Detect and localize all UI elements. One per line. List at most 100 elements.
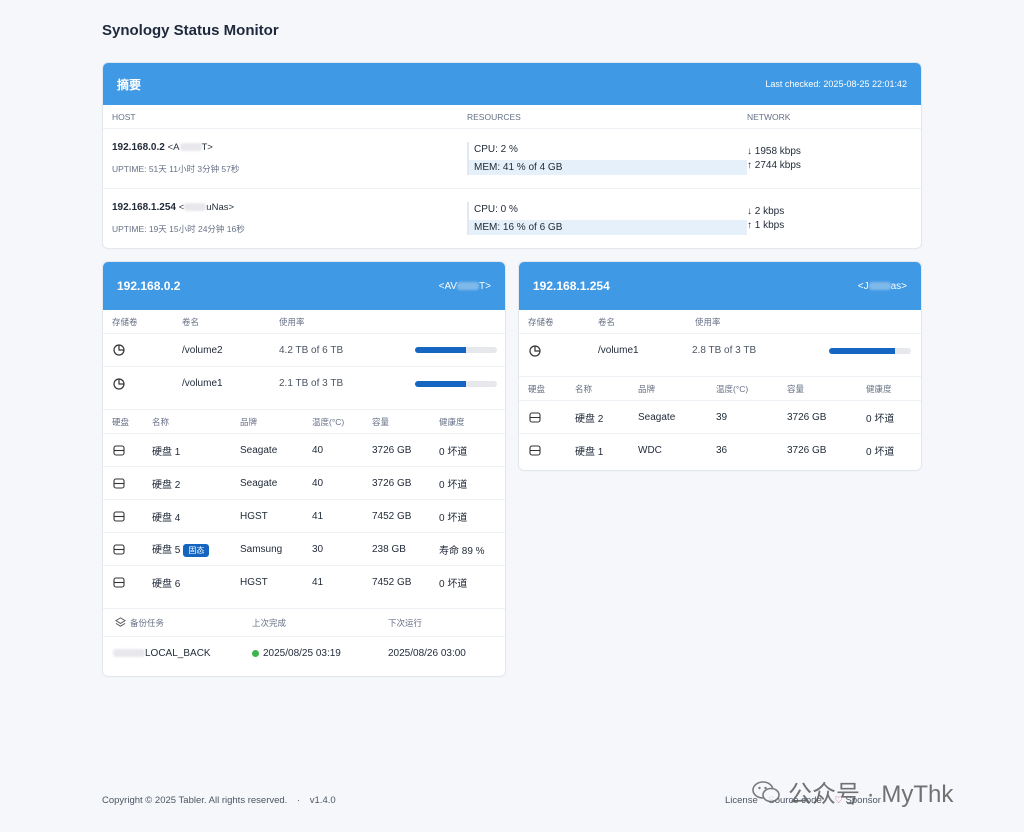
disk-row[interactable]: 硬盘 2 Seagate 39 3726 GB 0 坏道 [519, 401, 921, 434]
volume-headers: 存储卷 卷名 使用率 [519, 310, 921, 334]
column-network: NETWORK [747, 111, 791, 122]
nas-card-1: 192.168.0.2 <AV T> 存储卷 卷名 使用率 /volume2 4.… [103, 262, 505, 676]
col-temp: 温度(°C) [716, 383, 749, 394]
col-capacity: 容量 [787, 383, 805, 394]
disk-capacity: 238 GB [372, 543, 406, 555]
nas-alias: <J as> [857, 280, 907, 292]
nas-card-header: 192.168.1.254 <J as> [519, 262, 921, 310]
nas-card-2: 192.168.1.254 <J as> 存储卷 卷名 使用率 /volume1 … [519, 262, 921, 470]
disk-temp: 36 [716, 445, 728, 456]
disk-brand: Seagate [240, 444, 278, 456]
disk-name: 硬盘 2 [152, 479, 181, 491]
mem-usage: MEM: 16 % of 6 GB [469, 219, 747, 235]
disk-name: 硬盘 2 [575, 413, 604, 425]
disk-capacity: 7452 GB [372, 510, 412, 522]
volume-row[interactable]: /volume1 2.8 TB of 3 TB [519, 334, 921, 367]
col-capacity: 容量 [372, 416, 390, 427]
layers-icon [115, 617, 126, 628]
volume-usage: 2.8 TB of 3 TB [692, 345, 757, 356]
col-volume-name: 卷名 [598, 316, 616, 327]
pie-chart-icon [113, 377, 182, 390]
disk-brand: Seagate [638, 411, 676, 423]
backup-row[interactable]: LOCAL_BACK 2025/08/25 03:19 2025/08/26 0… [103, 637, 505, 670]
footer-separator: · [296, 795, 301, 806]
volume-name: /volume2 [182, 344, 223, 356]
page-title: Synology Status Monitor [102, 22, 279, 39]
network-down: ↓ 2 kbps [747, 205, 785, 217]
col-disk-name: 名称 [575, 383, 593, 394]
disk-capacity: 3726 GB [372, 477, 412, 489]
col-usage: 使用率 [279, 316, 305, 327]
network-cell: ↓ 1958 kbps ↑ 2744 kbps [747, 146, 801, 171]
wechat-icon [752, 780, 780, 804]
network-cell: ↓ 2 kbps ↑ 1 kbps [747, 206, 784, 231]
disk-name: 硬盘 5 固态 [152, 541, 240, 557]
cpu-usage: CPU: 2 % [474, 144, 518, 155]
resources-cell: CPU: 0 % MEM: 16 % of 6 GB [467, 201, 747, 235]
volume-usage-bar [829, 347, 911, 354]
host-alias: <A T> [167, 142, 213, 153]
backup-task-name: LOCAL_BACK [113, 648, 252, 659]
disk-capacity: 3726 GB [787, 445, 827, 456]
disk-health: 0 坏道 [866, 413, 895, 425]
col-health: 健康度 [439, 416, 465, 427]
col-usage: 使用率 [695, 316, 721, 327]
disk-row[interactable]: 硬盘 1 Seagate 40 3726 GB 0 坏道 [103, 434, 505, 467]
disk-temp: 41 [312, 510, 324, 522]
backup-last-done: 2025/08/25 03:19 [252, 648, 388, 659]
host-uptime: UPTIME: 51天 11小时 3分钟 57秒 [112, 164, 240, 174]
pie-chart-icon [113, 344, 182, 356]
host-ip: 192.168.1.254 [112, 201, 176, 213]
disk-health: 寿命 89 % [439, 545, 485, 557]
network-down: ↓ 1958 kbps [747, 146, 801, 157]
disk-temp: 39 [716, 411, 728, 423]
disk-row[interactable]: 硬盘 6 HGST 41 7452 GB 0 坏道 [103, 566, 505, 599]
volume-headers: 存储卷 卷名 使用率 [103, 310, 505, 334]
disk-health: 0 坏道 [866, 447, 895, 458]
disk-row[interactable]: 硬盘 5 固态 Samsung 30 238 GB 寿命 89 % [103, 533, 505, 566]
col-brand: 品牌 [240, 416, 258, 427]
disk-row[interactable]: 硬盘 1 WDC 36 3726 GB 0 坏道 [519, 434, 921, 467]
col-volume: 存储卷 [112, 316, 138, 327]
disk-temp: 40 [312, 444, 324, 456]
backup-headers: 备份任务 上次完成 下次运行 [103, 609, 505, 637]
volume-row[interactable]: /volume2 4.2 TB of 6 TB [103, 334, 505, 367]
volume-row[interactable]: /volume1 2.1 TB of 3 TB [103, 367, 505, 400]
disk-row[interactable]: 硬盘 2 Seagate 40 3726 GB 0 坏道 [103, 467, 505, 500]
summary-header: 摘要 Last checked: 2025-08-25 22:01:42 [103, 63, 921, 105]
disk-icon [113, 444, 152, 456]
col-next-run: 下次运行 [388, 617, 423, 628]
col-volume: 存储卷 [528, 316, 554, 327]
disk-name: 硬盘 6 [152, 579, 181, 590]
column-resources: RESOURCES [467, 111, 521, 122]
host-cell: 192.168.1.254 < uNas> UPTIME: 19天 15小时 24… [112, 202, 467, 235]
pie-chart-icon [529, 344, 598, 357]
disk-icon [113, 477, 152, 489]
summary-host-row[interactable]: 192.168.0.2 <A T> UPTIME: 51天 11小时 3分钟 57… [103, 129, 921, 189]
cpu-usage: CPU: 0 % [474, 203, 518, 215]
col-disk: 硬盘 [528, 383, 546, 394]
col-disk: 硬盘 [112, 416, 130, 427]
watermark: 公众号 · MyThk [752, 774, 953, 809]
host-alias: < uNas> [178, 201, 235, 213]
ssd-badge: 固态 [183, 543, 210, 557]
disk-capacity: 3726 GB [787, 411, 827, 423]
disk-brand: HGST [240, 577, 268, 588]
volume-usage-bar [415, 347, 497, 353]
nas-alias: <AV T> [438, 280, 491, 292]
disk-brand: WDC [638, 445, 662, 456]
disk-icon [113, 510, 152, 522]
disk-icon [529, 411, 575, 423]
disk-brand: Seagate [240, 477, 278, 489]
status-ok-icon [252, 649, 259, 657]
summary-title: 摘要 [117, 77, 142, 92]
mem-usage: MEM: 41 % of 4 GB [469, 160, 747, 175]
disk-row[interactable]: 硬盘 4 HGST 41 7452 GB 0 坏道 [103, 500, 505, 533]
disk-temp: 30 [312, 543, 324, 555]
volume-name: /volume1 [182, 378, 223, 389]
disk-health: 0 坏道 [439, 579, 468, 590]
version-link[interactable]: v1.4.0 [310, 795, 336, 806]
disk-temp: 41 [312, 577, 324, 588]
summary-host-row[interactable]: 192.168.1.254 < uNas> UPTIME: 19天 15小时 24… [103, 189, 921, 247]
disk-capacity: 3726 GB [372, 444, 412, 456]
